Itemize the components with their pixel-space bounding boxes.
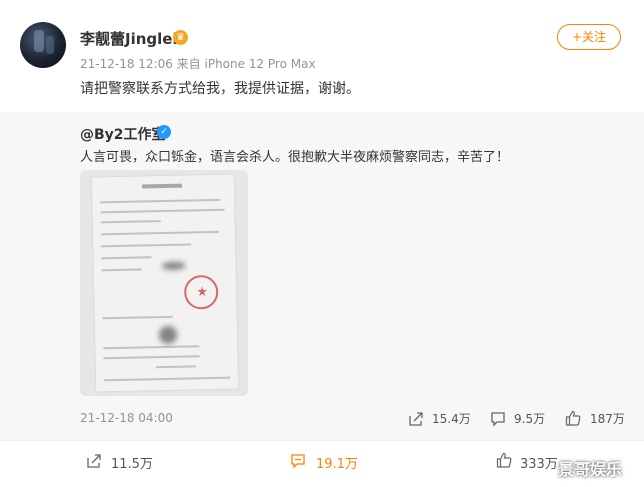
repost-button-count[interactable]: 11.5万 [111, 453, 153, 472]
follow-button[interactable]: +关注 [557, 24, 621, 50]
comment-icon[interactable] [290, 453, 306, 469]
thumbs-up-icon[interactable] [496, 452, 512, 468]
username[interactable]: 李靓蕾Jinglei [80, 28, 178, 49]
share-icon[interactable] [86, 453, 102, 469]
post-meta: 21-12-18 12:06 来自 iPhone 12 Pro Max [80, 57, 316, 71]
police-report-image[interactable] [80, 170, 248, 396]
comment-button-count[interactable]: 19.1万 [316, 453, 358, 472]
repost-author[interactable]: @By2工作室 [80, 124, 166, 144]
weibo-post-card: 李靓蕾Jinglei ♛ 21-12-18 12:06 来自 iPhone 12… [0, 0, 644, 487]
repost-comment-count[interactable]: 9.5万 [514, 410, 545, 427]
repost-share-count[interactable]: 15.4万 [432, 410, 471, 427]
user-avatar[interactable] [20, 22, 66, 68]
watermark-text: 景哥娱乐 [558, 460, 623, 479]
like-button-count[interactable]: 333万 [520, 453, 558, 472]
divider [0, 440, 644, 441]
verified-blue-v-icon: ✓ [157, 125, 171, 139]
thumbs-up-icon[interactable] [565, 410, 581, 426]
share-icon[interactable] [408, 411, 424, 427]
repost-timestamp: 21-12-18 04:00 [80, 411, 173, 425]
repost-text: 人言可畏，众口铄金，语言会杀人。很抱歉大半夜麻烦警察同志，辛苦了！ [80, 150, 510, 165]
comment-icon[interactable] [490, 411, 506, 427]
repost-like-count[interactable]: 187万 [590, 410, 625, 427]
member-crown-icon: ♛ [173, 30, 188, 45]
post-text: 请把警察联系方式给我，我提供证据，谢谢。 [80, 81, 360, 97]
